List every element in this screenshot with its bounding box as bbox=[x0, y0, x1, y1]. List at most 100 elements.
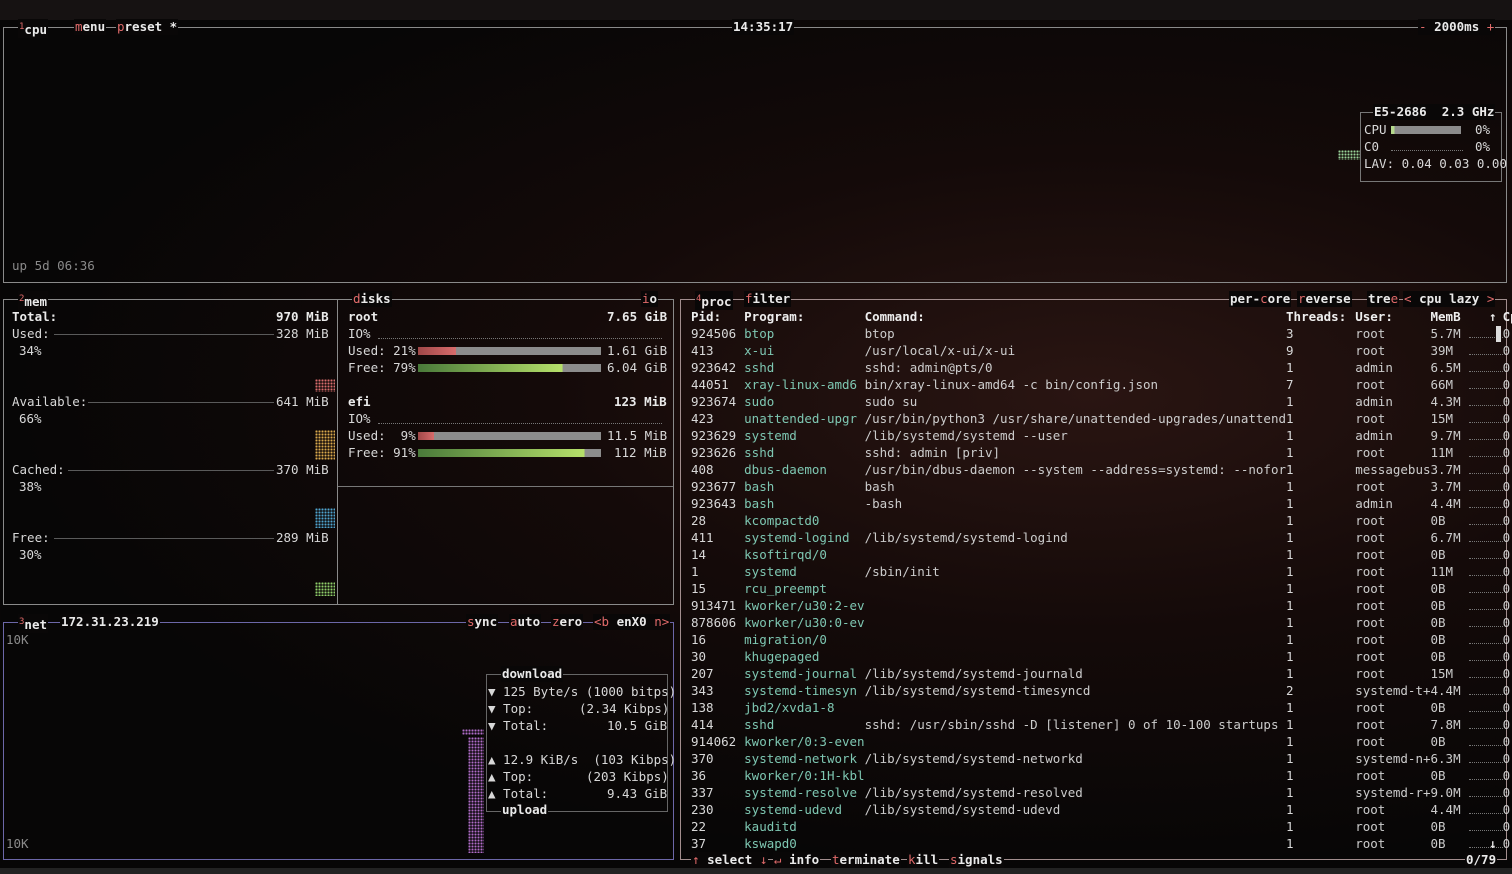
filter-button[interactable]: filter bbox=[744, 291, 792, 307]
process-cpu-graph bbox=[1461, 665, 1503, 682]
process-program: systemd-udevd bbox=[744, 802, 842, 817]
interface-selector[interactable]: <b enX0 n> bbox=[593, 614, 671, 630]
mem-available-graph bbox=[315, 430, 335, 460]
process-pid: 913471 bbox=[691, 598, 737, 613]
table-row[interactable]: 337 systemd-resolve/lib/systemd/systemd-r… bbox=[691, 784, 1512, 801]
prev-interface-button[interactable]: <b bbox=[594, 614, 609, 629]
mem-used-graph bbox=[315, 379, 335, 392]
user-column-header[interactable]: User: bbox=[1355, 308, 1430, 325]
table-row[interactable]: 413 x-ui/usr/local/x-ui/x-ui 9 root 39M 0.0 bbox=[691, 342, 1512, 359]
program-column-header[interactable]: Program: bbox=[744, 308, 864, 325]
process-threads: 1 bbox=[1286, 649, 1294, 664]
enter-icon: ↵ bbox=[774, 852, 782, 867]
select-control[interactable]: ↑ select ↓ bbox=[691, 852, 769, 868]
table-row[interactable]: 14 ksoftirqd/0 1 root 0B 0.0 bbox=[691, 546, 1512, 563]
table-row[interactable]: 923642 sshd sshd: admin@pts/0 1 admin 6.5M 0.0 bbox=[691, 359, 1512, 376]
disk-root-io-graph bbox=[378, 338, 662, 339]
table-row[interactable]: 913471 kworker/u30:2-ev 1 root 0B 0.0 bbox=[691, 597, 1512, 614]
disks-tab[interactable]: disks bbox=[352, 291, 392, 307]
window-top-bar bbox=[0, 0, 1512, 20]
kill-button[interactable]: kill bbox=[907, 852, 940, 868]
table-row[interactable]: 923677 bash bash 1 root 3.7M 0.0 bbox=[691, 478, 1512, 495]
table-row[interactable]: 923674 sudo sudo su 1 admin 4.3M 0.0 bbox=[691, 393, 1512, 410]
sort-prev-button[interactable]: < bbox=[1404, 291, 1412, 306]
cpu-column-header[interactable]: Cpu% bbox=[1503, 308, 1512, 325]
net-graph bbox=[468, 737, 484, 853]
select-down-icon[interactable]: ↓ bbox=[760, 852, 768, 867]
scroll-up-icon[interactable]: ↑ bbox=[1489, 308, 1497, 325]
table-row[interactable]: 138 jbd2/xvda1-8 1 root 0B 0.0 bbox=[691, 699, 1512, 716]
process-threads: 1 bbox=[1286, 615, 1294, 630]
process-program: migration/0 bbox=[744, 632, 827, 647]
disk-efi-used-label: Used: 9% bbox=[348, 428, 416, 443]
table-row[interactable]: 408 dbus-daemon/usr/bin/dbus-daemon --sys… bbox=[691, 461, 1512, 478]
process-mem: 15M bbox=[1430, 666, 1454, 681]
tree-toggle[interactable]: tree bbox=[1367, 291, 1400, 307]
mem-column-header[interactable]: MemB bbox=[1431, 308, 1461, 325]
table-row[interactable]: 30 khugepaged 1 root 0B 0.0 bbox=[691, 648, 1512, 665]
io-toggle[interactable]: io bbox=[641, 291, 659, 307]
download-total-value: 10.5 GiB bbox=[607, 718, 668, 733]
sort-next-button[interactable]: > bbox=[1487, 291, 1495, 306]
per-core-toggle[interactable]: per-core bbox=[1229, 291, 1292, 307]
interval-decrease-button[interactable]: - bbox=[1419, 19, 1427, 34]
reverse-toggle[interactable]: reverse bbox=[1297, 291, 1352, 307]
process-cpu: 0.0 bbox=[1502, 377, 1512, 392]
process-cpu-graph bbox=[1461, 580, 1503, 597]
cpu-tab[interactable]: 1cpu bbox=[18, 19, 48, 39]
zero-toggle[interactable]: zero bbox=[551, 614, 584, 630]
update-interval[interactable]: - 2000ms + bbox=[1418, 19, 1496, 35]
preset-button[interactable]: preset * bbox=[116, 19, 179, 35]
table-row[interactable]: 423 unattended-upgr/usr/bin/python3 /usr/… bbox=[691, 410, 1512, 427]
auto-toggle[interactable]: auto bbox=[509, 614, 542, 630]
process-threads: 1 bbox=[1286, 802, 1294, 817]
table-row[interactable]: 924506 btop btop 3 root 5.7M 0.0 bbox=[691, 325, 1512, 342]
select-up-icon[interactable]: ↑ bbox=[692, 852, 700, 867]
table-row[interactable]: 923643 bash -bash 1 admin 4.4M 0.0 bbox=[691, 495, 1512, 512]
scroll-down-icon[interactable]: ↓ bbox=[1489, 835, 1497, 852]
terminate-button[interactable]: terminate bbox=[831, 852, 901, 868]
table-row[interactable]: 28 kcompactd0 1 root 0B 0.0 bbox=[691, 512, 1512, 529]
table-row[interactable]: 923629 systemd/lib/systemd/systemd --user… bbox=[691, 427, 1512, 444]
sort-selector[interactable]: < cpu lazy > bbox=[1403, 291, 1496, 307]
table-row[interactable]: 1 systemd/sbin/init 1 root 11M 0.0 bbox=[691, 563, 1512, 580]
next-interface-button[interactable]: n> bbox=[654, 614, 669, 629]
process-mem: 0B bbox=[1430, 615, 1446, 630]
process-program: x-ui bbox=[744, 343, 775, 358]
process-pid: 44051 bbox=[691, 377, 729, 392]
process-program: sudo bbox=[744, 394, 775, 409]
table-row[interactable]: 230 systemd-udevd/lib/systemd/systemd-ude… bbox=[691, 801, 1512, 818]
threads-column-header[interactable]: Threads: bbox=[1286, 308, 1355, 325]
table-row[interactable]: 414 sshd sshd: /usr/sbin/sshd -D [listener… bbox=[691, 716, 1512, 733]
pid-column-header[interactable]: Pid: bbox=[691, 308, 744, 325]
sync-toggle[interactable]: sync bbox=[466, 614, 499, 630]
command-column-header[interactable]: Command: bbox=[865, 308, 1286, 325]
table-row[interactable]: 343 systemd-timesyn/lib/systemd/systemd-t… bbox=[691, 682, 1512, 699]
info-button[interactable]: ↵ info bbox=[773, 852, 821, 868]
table-row[interactable]: 15 rcu_preempt 1 root 0B 0.0 bbox=[691, 580, 1512, 597]
scrollbar-thumb[interactable] bbox=[1496, 326, 1501, 342]
cpu-sparkline bbox=[1468, 565, 1503, 576]
process-command bbox=[865, 580, 1286, 597]
table-row[interactable]: 44051 xray-linux-amd6 bin/xray-linux-amd64… bbox=[691, 376, 1512, 393]
interval-increase-button[interactable]: + bbox=[1487, 19, 1495, 34]
table-row[interactable]: 370 systemd-network/lib/systemd/systemd-n… bbox=[691, 750, 1512, 767]
table-row[interactable]: 37 kswapd0 1 root 0B 0.0 bbox=[691, 835, 1512, 852]
process-cpu: 0.0 bbox=[1502, 598, 1512, 613]
table-row[interactable]: 923626 sshd sshd: admin [priv] 1 root 11M 0.0 bbox=[691, 444, 1512, 461]
process-program: systemd-timesyn bbox=[744, 683, 858, 698]
signals-button[interactable]: signals bbox=[949, 852, 1004, 868]
disk-efi-free-label: Free: 91% bbox=[348, 445, 416, 460]
table-row[interactable]: 16 migration/0 1 root 0B 0.0 bbox=[691, 631, 1512, 648]
menu-button[interactable]: menu bbox=[74, 19, 107, 35]
table-row[interactable]: 914062 kworker/0:3-even 1 root 0B 0.0 bbox=[691, 733, 1512, 750]
process-threads: 1 bbox=[1286, 479, 1294, 494]
table-row[interactable]: 36 kworker/0:1H-kbl 1 root 0B 0.0 bbox=[691, 767, 1512, 784]
table-row[interactable]: 22 kauditd 1 root 0B 0.0 bbox=[691, 818, 1512, 835]
process-cpu: 0.0 bbox=[1502, 564, 1512, 579]
table-row[interactable]: 878606 kworker/u30:0-ev 1 root 0B 0.0 bbox=[691, 614, 1512, 631]
cpu-sparkline bbox=[1468, 633, 1503, 644]
process-threads: 1 bbox=[1286, 547, 1294, 562]
table-row[interactable]: 411 systemd-logind/lib/systemd/systemd-lo… bbox=[691, 529, 1512, 546]
table-row[interactable]: 207 systemd-journal/lib/systemd/systemd-j… bbox=[691, 665, 1512, 682]
